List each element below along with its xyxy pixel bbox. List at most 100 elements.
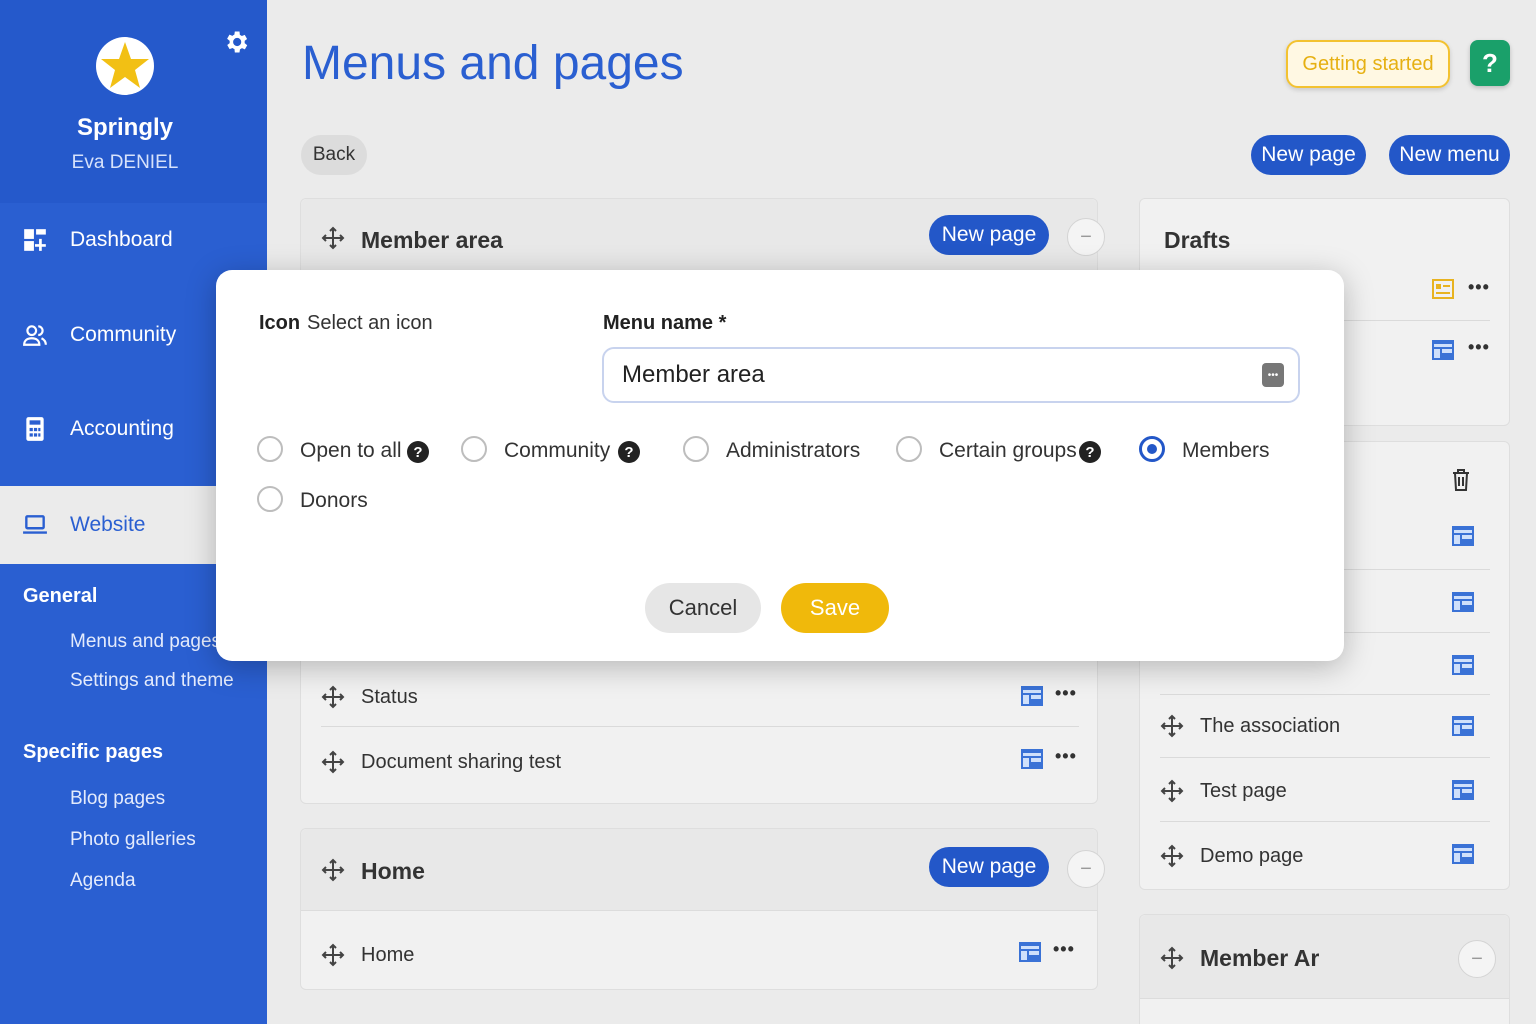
more-options-icon[interactable]: ••• [1468, 277, 1490, 298]
sidebar-profile: Springly Eva DENIEL [0, 0, 267, 203]
panel-header: Member Ar − [1140, 915, 1509, 999]
page-icon [1452, 780, 1474, 800]
page-row-label[interactable]: Test page [1200, 780, 1287, 803]
page-row-label[interactable]: Demo page [1200, 845, 1303, 868]
save-button[interactable]: Save [781, 583, 889, 633]
laptop-icon [23, 515, 47, 534]
page-row-label[interactable]: Home [361, 944, 414, 967]
divider [1160, 757, 1490, 758]
new-page-button[interactable]: New page [1251, 135, 1366, 175]
link-photo-galleries[interactable]: Photo galleries [70, 829, 196, 851]
radio-administrators[interactable] [683, 436, 709, 462]
panel-header: Home New page − [301, 829, 1105, 911]
divider [1160, 694, 1490, 695]
page-title: Menus and pages [302, 37, 684, 90]
nav-label: Community [70, 323, 177, 346]
collapse-button[interactable]: − [1067, 850, 1105, 888]
users-icon [23, 325, 47, 346]
user-name: Eva DENIEL [71, 152, 179, 173]
nav-label: Dashboard [70, 228, 173, 251]
getting-started-button[interactable]: Getting started [1286, 40, 1450, 88]
move-icon[interactable] [1160, 779, 1184, 803]
help-icon[interactable]: ? [1079, 441, 1101, 463]
radio-open-to-all[interactable] [257, 436, 283, 462]
option-label: Community [504, 439, 611, 462]
dashboard-icon [24, 229, 46, 251]
panel-header: Member area New page − [301, 199, 1105, 279]
calculator-icon [26, 417, 44, 441]
move-icon[interactable] [1160, 714, 1184, 738]
page-icon [1452, 716, 1474, 736]
radio-donors[interactable] [257, 486, 283, 512]
page-icon [1452, 592, 1474, 612]
help-icon[interactable]: ? [407, 441, 429, 463]
menu-panel-member-ar: Member Ar − [1139, 914, 1510, 1024]
link-agenda[interactable]: Agenda [70, 870, 136, 892]
menu-name-input[interactable]: Member area ••• [602, 347, 1300, 403]
panel-title: Home [361, 858, 425, 884]
page-icon [1452, 526, 1474, 546]
help-icon[interactable]: ? [618, 441, 640, 463]
radio-certain-groups[interactable] [896, 436, 922, 462]
move-icon[interactable] [321, 685, 345, 709]
brand-name: Springly [76, 114, 173, 141]
link-settings-theme[interactable]: Settings and theme [70, 670, 234, 692]
collapse-button[interactable]: − [1067, 218, 1105, 256]
menu-name-value: Member area [622, 361, 765, 388]
divider [321, 726, 1079, 727]
help-button[interactable]: ? [1470, 40, 1510, 86]
star-logo-icon [96, 37, 154, 95]
link-menus-pages[interactable]: Menus and pages [70, 631, 221, 653]
move-icon[interactable] [1160, 844, 1184, 868]
nav-label: Accounting [70, 417, 174, 440]
option-label: Certain groups [939, 439, 1077, 462]
option-label: Open to all [300, 439, 402, 462]
nav-label: Website [70, 513, 146, 536]
panel-new-page-button[interactable]: New page [929, 215, 1049, 255]
panel-title: Drafts [1164, 227, 1231, 253]
page-icon [1021, 686, 1043, 706]
back-button[interactable]: Back [301, 135, 367, 175]
cancel-button[interactable]: Cancel [645, 583, 761, 633]
page-row-label[interactable]: Document sharing test [361, 751, 561, 774]
password-manager-icon[interactable]: ••• [1262, 363, 1284, 387]
move-icon[interactable] [1160, 946, 1184, 970]
move-icon[interactable] [321, 226, 345, 250]
page-icon [1432, 340, 1454, 360]
divider [1160, 821, 1490, 822]
section-general: General [23, 585, 98, 607]
select-icon-link[interactable]: Select an icon [307, 312, 433, 335]
page-row-label[interactable]: Status [361, 686, 418, 709]
move-icon[interactable] [321, 750, 345, 774]
nav-dashboard[interactable]: Dashboard [0, 201, 267, 279]
panel-title: Member Ar [1200, 945, 1320, 971]
panel-title: Member area [361, 227, 503, 253]
more-options-icon[interactable]: ••• [1055, 683, 1077, 704]
radio-members[interactable] [1139, 436, 1165, 462]
page-row-label[interactable]: The association [1200, 715, 1340, 738]
page-icon [1452, 655, 1474, 675]
section-specific: Specific pages [23, 741, 164, 763]
move-icon[interactable] [321, 858, 345, 882]
move-icon[interactable] [321, 943, 345, 967]
more-options-icon[interactable]: ••• [1055, 746, 1077, 767]
link-blog-pages[interactable]: Blog pages [70, 788, 165, 810]
radio-community[interactable] [461, 436, 487, 462]
gear-icon[interactable] [222, 28, 250, 56]
page-icon [1021, 749, 1043, 769]
page-icon [1452, 844, 1474, 864]
form-page-icon [1432, 279, 1454, 299]
panel-new-page-button[interactable]: New page [929, 847, 1049, 887]
option-label: Members [1182, 439, 1270, 462]
more-options-icon[interactable]: ••• [1053, 939, 1075, 960]
menu-name-label: Menu name * [603, 312, 727, 334]
option-label: Administrators [726, 439, 861, 462]
collapse-button[interactable]: − [1458, 940, 1496, 978]
new-menu-button[interactable]: New menu [1389, 135, 1510, 175]
edit-menu-dialog: Icon Select an icon Menu name * Member a… [216, 270, 1344, 661]
menu-panel-home: Home New page − Home ••• [300, 828, 1105, 990]
more-options-icon[interactable]: ••• [1468, 337, 1490, 358]
page-icon [1019, 942, 1041, 962]
icon-label: Icon [259, 312, 301, 334]
trash-icon[interactable] [1451, 468, 1471, 492]
